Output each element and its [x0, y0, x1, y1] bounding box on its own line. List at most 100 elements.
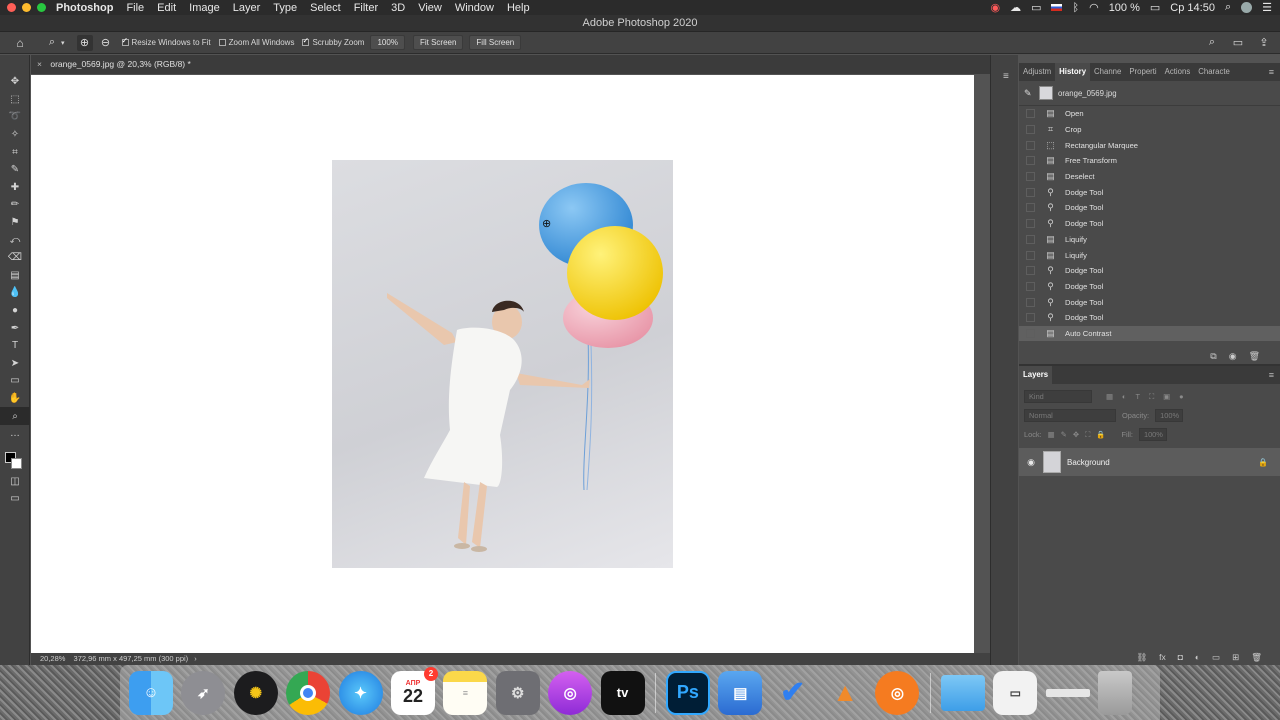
workspace-icon[interactable]: ▭ — [1230, 35, 1246, 51]
adjustment-layer-icon[interactable]: ◐ — [1195, 652, 1200, 662]
history-item[interactable]: ▤ Free Transform — [1019, 153, 1280, 169]
history-item[interactable]: ⚲ Dodge Tool — [1019, 200, 1280, 216]
marquee-tool-icon[interactable]: ⬚ — [0, 91, 30, 109]
lock-move-icon[interactable]: ✥ — [1073, 430, 1079, 439]
menu-filter[interactable]: Filter — [354, 2, 378, 14]
search-icon[interactable]: ⌕ — [1204, 35, 1220, 51]
tab-properti[interactable]: Properti — [1125, 63, 1160, 81]
new-layer-icon[interactable]: ⊞ — [1232, 652, 1239, 663]
menu-layer[interactable]: Layer — [233, 2, 261, 14]
podcasts-icon[interactable]: ◎ — [548, 670, 593, 715]
history-source-box[interactable] — [1026, 125, 1035, 135]
menu-edit[interactable]: Edit — [157, 2, 176, 14]
history-item[interactable]: ⚲ Dodge Tool — [1019, 216, 1280, 232]
lock-artboard-icon[interactable]: ⛶ — [1085, 430, 1090, 440]
user-avatar[interactable] — [1241, 2, 1253, 13]
trash-icon[interactable]: 🗑 — [1249, 351, 1260, 362]
zoom-window-button[interactable] — [37, 3, 46, 12]
history-snapshot[interactable]: ✎ orange_0569.jpg — [1019, 81, 1280, 106]
more-tools-icon[interactable]: … — [0, 425, 30, 443]
scrubby-zoom-checkbox[interactable]: Scrubby Zoom — [302, 36, 364, 47]
tab-layers[interactable]: Layers — [1019, 366, 1053, 384]
calendar-icon[interactable]: АПР 22 2 — [390, 666, 438, 715]
new-document-from-state-icon[interactable]: ⧉ — [1210, 351, 1216, 362]
document-photo[interactable] — [332, 160, 673, 568]
pen-tool-icon[interactable]: ✒ — [0, 319, 30, 337]
menu-image[interactable]: Image — [189, 2, 220, 14]
brush-source-icon[interactable]: ✎ — [1024, 88, 1032, 99]
quick-mask-icon[interactable]: ◫ — [0, 472, 30, 490]
rectangle-tool-icon[interactable]: ▭ — [0, 372, 30, 390]
history-source-box[interactable] — [1026, 266, 1035, 276]
finder-icon[interactable]: ☺ — [129, 670, 173, 715]
history-source-box[interactable] — [1026, 140, 1035, 150]
kind-filter-select[interactable]: Kind — [1024, 390, 1092, 403]
magic-wand-tool-icon[interactable]: ✧ — [0, 126, 30, 144]
tab-characte[interactable]: Characte — [1194, 63, 1234, 81]
notes-icon[interactable]: ≡ — [443, 670, 488, 715]
lock-all-icon[interactable]: 🔒 — [1096, 430, 1105, 439]
lock-paint-icon[interactable]: ✎ — [1061, 430, 1067, 439]
tab-actions[interactable]: Actions — [1161, 63, 1195, 81]
history-item[interactable]: ▤ Liquify — [1019, 232, 1280, 248]
panel-menu-icon[interactable]: ≡ — [1263, 63, 1280, 81]
tab-channe[interactable]: Channe — [1090, 63, 1125, 81]
crop-tool-icon[interactable]: ⌗ — [0, 143, 30, 161]
eraser-tool-icon[interactable]: ⌫ — [0, 249, 30, 267]
filter-adjustment-icon[interactable]: ◐ — [1122, 392, 1126, 402]
history-brush-tool-icon[interactable]: ⤺ — [0, 231, 30, 249]
canvas-area[interactable]: ⊕ — [31, 75, 974, 653]
gradient-tool-icon[interactable]: ▤ — [0, 267, 30, 285]
clone-stamp-tool-icon[interactable]: ⚑ — [0, 214, 30, 232]
brush-tool-icon[interactable]: ✏ — [0, 196, 30, 214]
camera-icon[interactable]: ◉ — [1229, 351, 1237, 362]
history-source-box[interactable] — [1026, 281, 1035, 291]
menu-help[interactable]: Help — [507, 2, 530, 14]
history-item[interactable]: ▤ Deselect — [1019, 169, 1280, 185]
history-item[interactable]: ▤ Auto Contrast — [1019, 325, 1280, 342]
history-item[interactable]: ⚲ Dodge Tool — [1019, 310, 1280, 326]
delete-layer-icon[interactable]: 🗑 — [1251, 652, 1262, 663]
fill-input[interactable]: 100% — [1138, 428, 1167, 441]
color-swatches[interactable] — [0, 446, 29, 472]
flag-icon[interactable] — [1051, 4, 1063, 11]
launchpad-icon[interactable]: ➶ — [181, 670, 226, 715]
fill-screen-button[interactable]: Fill Screen — [469, 35, 522, 50]
dodge-tool-icon[interactable]: ● — [0, 302, 30, 320]
history-source-box[interactable] — [1026, 203, 1035, 213]
apple-tv-icon[interactable]: tv — [600, 670, 645, 715]
menu-file[interactable]: File — [126, 2, 144, 14]
filter-pixel-icon[interactable]: ▦ — [1106, 392, 1113, 402]
zoom-100-button[interactable]: 100% — [370, 35, 405, 50]
preview-window-icon[interactable]: ▭ — [993, 670, 1038, 715]
chevron-right-icon[interactable]: › — [194, 654, 197, 663]
history-source-box[interactable] — [1026, 109, 1035, 119]
link-layers-icon[interactable]: ⛓ — [1136, 652, 1147, 663]
close-window-button[interactable] — [7, 3, 16, 12]
resize-windows-checkbox[interactable]: Resize Windows to Fit — [121, 36, 211, 47]
clock-text[interactable]: Ср 14:50 — [1170, 2, 1215, 14]
eyedropper-tool-icon[interactable]: ✎ — [0, 161, 30, 179]
menu-type[interactable]: Type — [273, 2, 297, 14]
filter-type-icon[interactable]: T — [1135, 392, 1140, 402]
healing-brush-tool-icon[interactable]: ✚ — [0, 179, 30, 197]
add-mask-icon[interactable]: ◘ — [1178, 652, 1183, 662]
history-item[interactable]: ⬚ Rectangular Marquee — [1019, 137, 1280, 153]
photoshop-dock-icon[interactable]: Ps — [665, 670, 710, 715]
battery-icon[interactable]: ▭ — [1150, 1, 1160, 14]
panel-grip-icon[interactable]: ≡ — [1003, 71, 1015, 82]
history-item[interactable]: ⚲ Dodge Tool — [1019, 263, 1280, 279]
history-item[interactable]: ⌗ Crop — [1019, 122, 1280, 138]
zoom-status[interactable]: 20,28% — [40, 654, 65, 663]
spotlight-search-icon[interactable]: ⌕ — [1225, 1, 1231, 14]
document-tab[interactable]: × orange_0569.jpg @ 20,3% (RGB/8) * — [31, 55, 990, 74]
home-icon[interactable]: ⌂ — [12, 35, 28, 51]
aperture-app-icon[interactable]: ✺ — [233, 670, 278, 715]
zoom-tool-preset-icon[interactable]: ⌕ — [44, 35, 60, 51]
lasso-tool-icon[interactable]: ➰ — [0, 108, 30, 126]
fit-screen-button[interactable]: Fit Screen — [412, 35, 464, 50]
chrome-icon[interactable] — [286, 670, 331, 715]
chevron-down-icon[interactable]: ▾ — [61, 39, 65, 47]
bluetooth-icon[interactable]: ᛒ — [1072, 2, 1079, 14]
menu-app-name[interactable]: Photoshop — [56, 2, 113, 14]
